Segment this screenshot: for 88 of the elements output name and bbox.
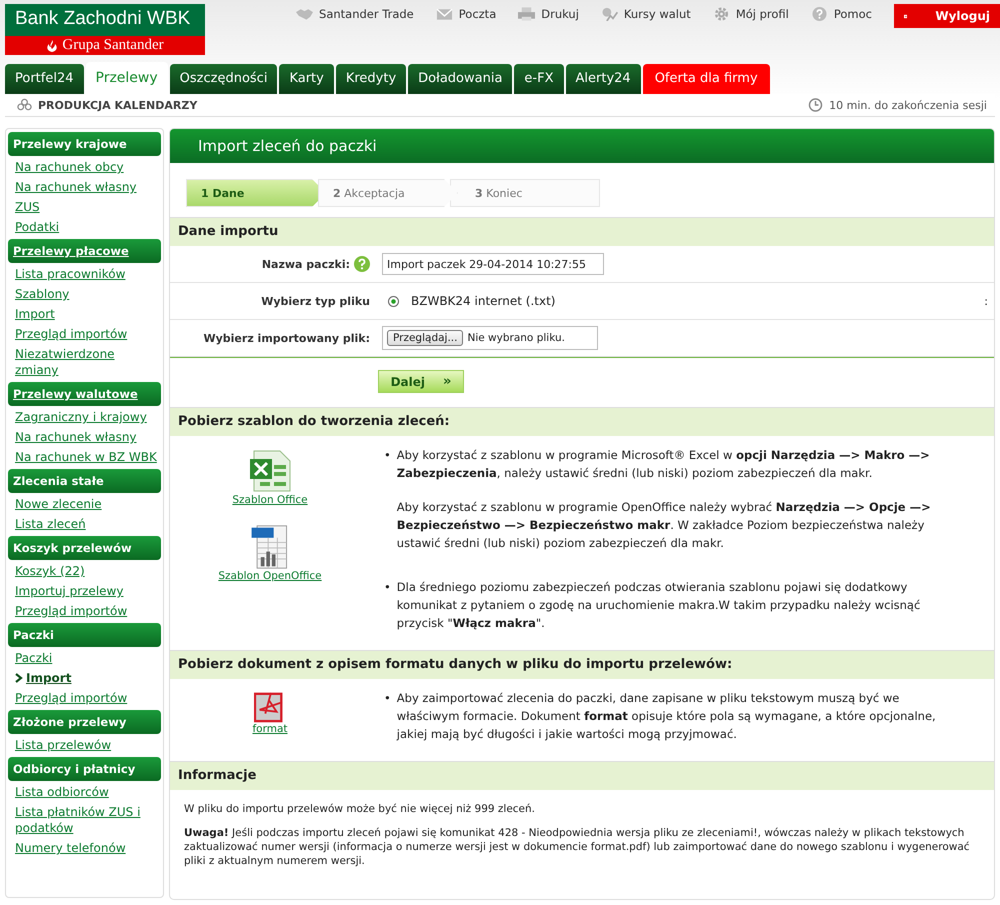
sidebar-link[interactable]: Na rachunek własny [8, 429, 137, 445]
nav-tab[interactable]: Kredyty [336, 64, 406, 94]
next-button[interactable]: Dalej » [378, 370, 464, 393]
nav-tab[interactable]: Doładowania [408, 64, 512, 94]
sidebar-link[interactable]: Podatki [8, 219, 60, 235]
section-header: Pobierz dokument z opisem formatu danych w pliku do importu przelewów: [170, 650, 994, 679]
company-name: PRODUKCJA KALENDARZY [38, 98, 198, 112]
name-input[interactable]: Import paczek 29-04-2014 10:27:55 [382, 253, 604, 275]
help-icon [810, 7, 828, 21]
nav-tab[interactable]: Oszczędności [170, 64, 278, 94]
instruction-text: Dla średniego poziomu zabezpieczeń podczas otwierania szablonu pojawi się dodatkowy komunikat z pytaniem o zgodę na uruchomienie makra.W takim przypadku należy wcisnąć przycisk "Włącz makra". [396, 579, 922, 632]
top-link[interactable]: Kursy walut [600, 5, 691, 23]
bank-group-label: Grupa Santander [5, 36, 205, 55]
top-link[interactable]: Pomoc [810, 5, 872, 23]
wizard-step: 3 Koniec [450, 179, 600, 207]
sidebar-header: Koszyk przelewów [8, 536, 161, 560]
flame-icon [46, 40, 58, 52]
sidebar-link[interactable]: Na rachunek obcy [8, 159, 124, 175]
sidebar-link[interactable]: Paczki [8, 650, 52, 666]
clock-icon [808, 98, 824, 112]
sidebar-header: Odbiorcy i płatnicy [8, 757, 161, 781]
sidebar-link[interactable]: Przegląd importów [8, 326, 128, 342]
top-link[interactable]: Mój profil [712, 5, 789, 23]
sidebar-link[interactable]: Szablony [8, 286, 70, 302]
sidebar-link[interactable]: Koszyk (22) [8, 563, 85, 579]
download-link[interactable]: format [252, 723, 288, 735]
sidebar-link[interactable]: Lista płatników ZUS i podatków [8, 804, 161, 836]
field-label: Nazwa paczki: [262, 258, 350, 270]
sidebar-link[interactable]: Przegląd importów [8, 603, 128, 619]
section-header: Dane importu [170, 217, 994, 246]
nav-tab[interactable]: Alerty24 [566, 64, 641, 94]
sidebar-link[interactable]: Niezatwierdzone zmiany [8, 346, 161, 378]
info-text: W pliku do importu przelewów może być nie więcej niż 999 zleceń. [184, 802, 536, 816]
nav-tab[interactable]: Karty [279, 64, 334, 94]
download-link[interactable]: Szablon Office [232, 494, 308, 506]
sidebar-link[interactable]: Lista zleceń [8, 516, 86, 532]
sidebar-header-link[interactable]: Przelewy walutowe [8, 382, 161, 406]
top-link[interactable]: Drukuj [518, 5, 579, 23]
section-header: Pobierz szablon do tworzenia zleceń: [170, 407, 994, 436]
instruction-text: Aby korzystać z szablonu w programie Microsoft® Excel w opcji Narzędzia —> Makro —> Zabezpieczenia, należy ustawić średni (lub niski) poziom zabezpieczeń dla makr. [396, 447, 931, 482]
sidebar-header: Paczki [8, 623, 161, 647]
sidebar-header-link[interactable]: Przelewy płacowe [8, 239, 161, 263]
info-text: Uwaga! Jeśli podczas importu zleceń pojawi się komunikat 428 - Nieodpowiednia wersja pliku ze zleceniami!, wówczas należy w plikach tekstowych zaktualizować numer wersji (informacja o numerze wersji jest w dokumencie format.pdf) lub zaimportować dane do nowego szablonu i wygenerować pliki z aktualnym numerem wersji. [184, 826, 971, 868]
bank-logo: Bank Zachodni WBK [5, 4, 205, 36]
note-mark: : [984, 294, 988, 308]
file-input[interactable]: Przeglądaj... Nie wybrano pliku. [382, 326, 598, 350]
sidebar-header: Zlecenia stałe [8, 469, 161, 493]
sidebar-link[interactable]: Lista przelewów [8, 737, 112, 753]
chevron-icon [15, 673, 23, 683]
nav-tab[interactable]: e-FX [514, 64, 564, 94]
sidebar-header: Złożone przelewy [8, 710, 161, 734]
section-header: Informacje [170, 761, 994, 790]
bullet-mark: • [384, 447, 391, 464]
radio-label: BZWBK24 internet (.txt) [411, 294, 556, 308]
sidebar-link[interactable]: Import [8, 670, 72, 686]
panel-title: Import zleceń do paczki [170, 129, 994, 163]
sidebar-link[interactable]: Importuj przelewy [8, 583, 124, 599]
sidebar-link[interactable]: Lista pracowników [8, 266, 126, 282]
sidebar-link[interactable]: Zagraniczny i krajowy [8, 409, 147, 425]
sidebar-link[interactable]: Import [8, 306, 55, 322]
sidebar-link[interactable]: Lista odbiorców [8, 784, 109, 800]
instruction-text: Aby korzystać z szablonu w programie OpenOffice należy wybrać Narzędzia —> Opcje —> Bezpieczeństwo —> Bezpieczeństwo makr. W zakładce Poziom bezpieczeństwa należy ustawić średni (lub niski) poziom zabezpieczeń dla makr. [396, 499, 932, 552]
settings-icon [712, 7, 730, 21]
field-label: Wybierz importowany plik: [203, 332, 370, 344]
printer-icon [518, 7, 536, 21]
envelope-icon [436, 7, 453, 21]
field-label: Wybierz typ pliku [261, 294, 370, 308]
sidebar-link[interactable]: Nowe zlecenie [8, 496, 102, 512]
radio-button[interactable] [388, 296, 399, 306]
session-timer: 10 min. do zakończenia sesji [829, 98, 987, 112]
sidebar-link[interactable]: Na rachunek własny [8, 179, 137, 195]
bullet-mark: • [384, 579, 391, 596]
bullet-mark: • [384, 690, 391, 707]
sidebar-link[interactable]: Numery telefonów [8, 840, 126, 856]
download-link[interactable]: Szablon OpenOffice [218, 570, 322, 582]
instruction-text: Aby zaimportować zlecenia do paczki, dane zapisane w pliku tekstowym muszą być we właściwym formacie. Dokument format opisuje które pola są wymagane, a które opcjonalne, jakiej mają być długości i jakie wartości mogą przyjmować. [396, 690, 937, 743]
logout-button[interactable]: Wyloguj [894, 4, 1000, 28]
people-icon [17, 98, 32, 112]
nav-tab[interactable]: Oferta dla firmy [642, 64, 770, 94]
sidebar-link[interactable]: ZUS [8, 199, 40, 215]
spreadsheet-icon[interactable] [248, 448, 292, 494]
nav-tab[interactable]: Portfel24 [5, 64, 84, 94]
wizard-step: 2 Akceptacja [318, 179, 458, 207]
sidebar-header: Przelewy krajowe [8, 132, 161, 156]
sidebar-link[interactable]: Na rachunek w BZ WBK [8, 449, 157, 465]
top-link[interactable]: Poczta [436, 5, 496, 23]
sidebar-link[interactable]: Przegląd importów [8, 690, 128, 706]
top-link[interactable]: Santander Trade [296, 5, 414, 23]
